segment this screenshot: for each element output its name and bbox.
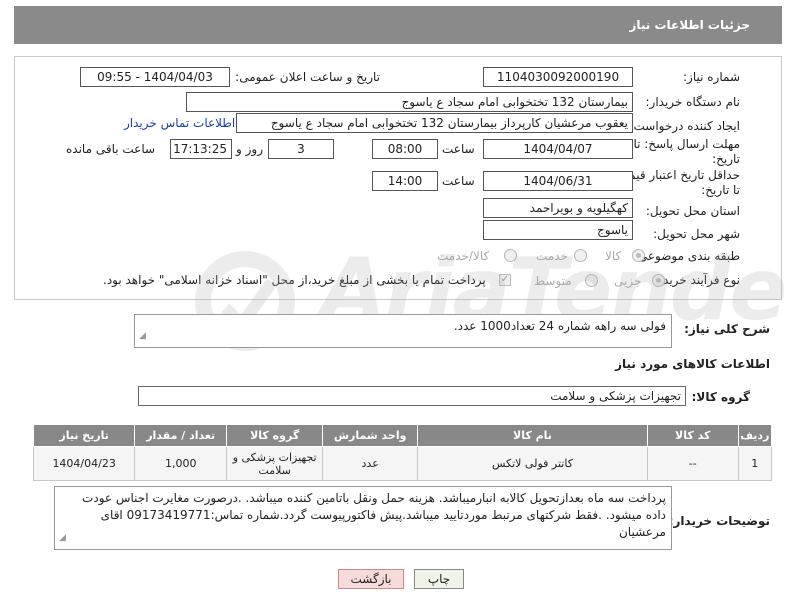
process-minor-label: جزیی: [614, 274, 642, 288]
deadline-time-label: ساعت: [442, 142, 475, 156]
buyer-contact-link[interactable]: اطلاعات تماس خریدار: [124, 116, 235, 130]
table-row: 1 -- کاتتر فولی لاتکس عدد تجهیزات پزشکی …: [32, 446, 773, 481]
cell-name: کاتتر فولی لاتکس: [417, 446, 648, 481]
price-validity-time-field: 14:00: [372, 171, 438, 191]
city-label: شهر محل تحویل:: [653, 227, 740, 241]
col-group: گروه کالا: [226, 424, 324, 447]
days-field: 3: [268, 139, 334, 159]
buyer-notes-text: پرداخت سه ماه بعدازتحویل کالابه انبارمیب…: [82, 491, 666, 539]
goods-table: ردیف کد کالا نام کالا واحد شمارش گروه کا…: [32, 424, 773, 481]
deadline-time-field: 08:00: [372, 139, 438, 159]
back-button[interactable]: بازگشت: [338, 569, 404, 589]
announce-date-label: تاریخ و ساعت اعلان عمومی:: [235, 70, 380, 84]
page-header: جزئیات اطلاعات نیاز: [14, 6, 782, 44]
col-quantity: تعداد / مقدار: [134, 424, 228, 447]
resize-grip-icon: ◢: [59, 533, 66, 543]
category-radio-goods-service[interactable]: [504, 249, 517, 262]
announce-date-field: 1404/04/03 - 09:55: [80, 67, 230, 87]
buyer-notes-label: توضیحات خریدار:: [668, 514, 770, 528]
province-field: کهگیلویه و بویراحمد: [483, 198, 633, 218]
goods-group-label: گروه کالا:: [691, 390, 750, 404]
need-number-label: شماره نیاز:: [683, 70, 740, 84]
price-validity-time-label: ساعت: [442, 174, 475, 188]
deadline-label-1: مهلت ارسال پاسخ: تا: [633, 137, 740, 151]
price-validity-label-2: تا تاریخ:: [701, 183, 740, 197]
creator-label: ایجاد کننده درخواست:: [629, 119, 740, 133]
category-label: طبقه بندی موضوعی:: [633, 249, 740, 263]
col-row: ردیف: [737, 424, 773, 447]
price-validity-date-field: 1404/06/31: [483, 171, 633, 191]
page-title: جزئیات اطلاعات نیاز: [629, 18, 750, 32]
col-name: نام کالا: [417, 424, 648, 447]
buyer-org-field: بیمارستان 132 تختخوابی امام سجاد ع یاسوج: [186, 92, 633, 112]
cell-row: 1: [737, 446, 773, 481]
process-radio-medium[interactable]: [585, 274, 598, 287]
resize-grip-icon: ◢: [139, 331, 146, 341]
treasury-payment-note: پرداخت تمام یا بخشی از مبلغ خرید،از محل …: [103, 273, 486, 287]
city-field: یاسوج: [483, 220, 633, 240]
category-radio-service[interactable]: [574, 249, 587, 262]
process-medium-label: متوسط: [534, 274, 572, 288]
description-label: شرح کلی نیاز:: [684, 322, 770, 336]
col-code: کد کالا: [646, 424, 739, 447]
treasury-payment-checkbox[interactable]: ✓: [499, 274, 511, 286]
goods-table-header: ردیف کد کالا نام کالا واحد شمارش گروه کا…: [32, 424, 773, 447]
process-radio-minor[interactable]: [652, 274, 665, 287]
category-goods-service-label: کالا/خدمت: [437, 249, 490, 263]
category-goods-label: کالا: [605, 249, 622, 263]
cell-code: --: [646, 446, 739, 481]
col-unit: واحد شمارش: [322, 424, 419, 447]
cell-date: 1404/04/23: [32, 446, 136, 481]
province-label: استان محل تحویل:: [645, 204, 740, 218]
goods-group-field: تجهیزات پزشکی و سلامت: [138, 386, 686, 406]
remaining-label: ساعت باقی مانده: [66, 142, 156, 156]
description-text: فولی سه راهه شماره 24 تعداد1000 عدد.: [453, 319, 666, 333]
remaining-time-field: 17:13:25: [170, 139, 232, 159]
description-textarea[interactable]: فولی سه راهه شماره 24 تعداد1000 عدد. ◢: [134, 314, 672, 348]
days-label: روز و: [236, 142, 263, 156]
category-service-label: خدمت: [536, 249, 568, 263]
cell-unit: عدد: [322, 446, 419, 481]
goods-section-title: اطلاعات کالاهای مورد نیاز: [615, 357, 770, 371]
col-date: تاریخ نیاز: [32, 424, 136, 447]
deadline-date-field: 1404/04/07: [483, 139, 633, 159]
cell-group: تجهیزات پزشکی و سلامت: [226, 446, 324, 481]
category-radio-goods[interactable]: [632, 249, 645, 262]
deadline-label-2: تاریخ:: [712, 152, 740, 166]
need-number-field: 1104030092000190: [483, 67, 633, 87]
buyer-notes-textarea[interactable]: پرداخت سه ماه بعدازتحویل کالابه انبارمیب…: [54, 486, 672, 550]
buyer-org-label: نام دستگاه خریدار:: [645, 95, 741, 109]
cell-quantity: 1,000: [134, 446, 228, 481]
process-type-label: نوع فرآیند خرید :: [655, 273, 740, 287]
creator-field: یعقوب مرعشیان کارپرداز بیمارستان 132 تخت…: [236, 113, 633, 133]
print-button[interactable]: چاپ: [414, 569, 464, 589]
